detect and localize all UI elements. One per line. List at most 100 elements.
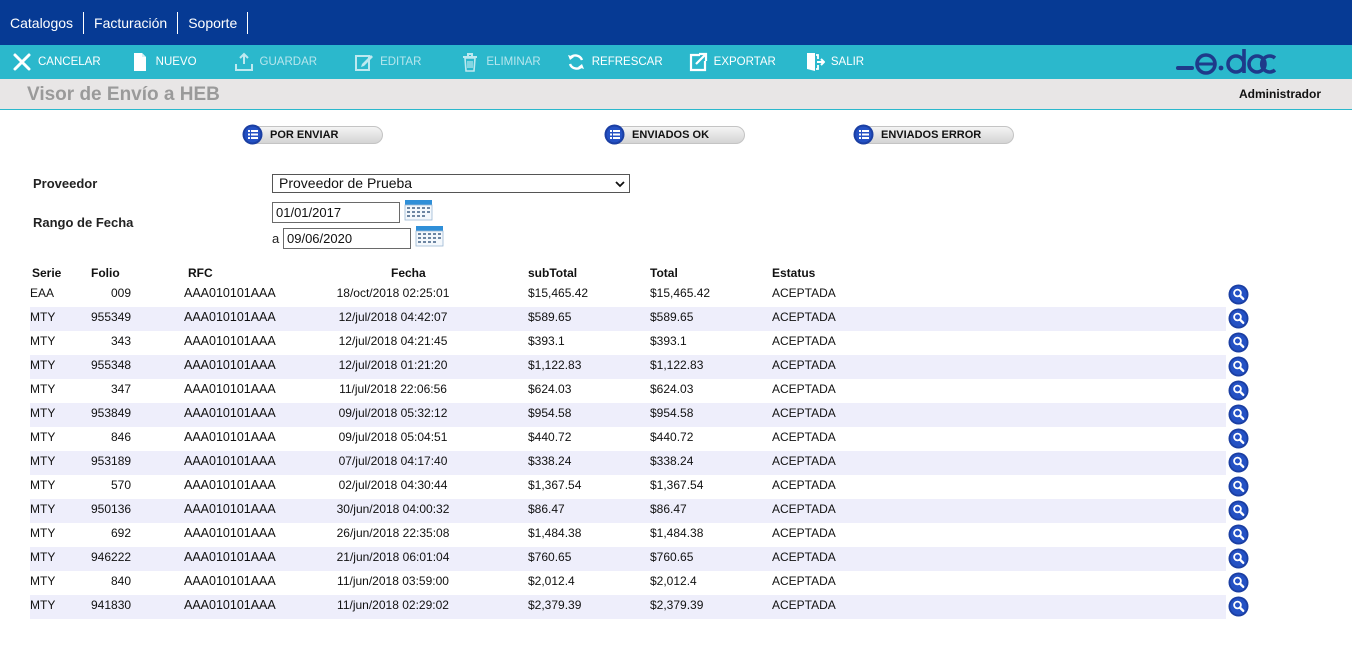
cell-subtotal: $338.24: [528, 454, 572, 468]
cell-estatus: ACEPTADA: [772, 502, 836, 516]
calendar-icon[interactable]: [404, 199, 433, 221]
cell-rfc: AAA010101AAA: [184, 574, 276, 588]
cell-total: $86.47: [650, 502, 687, 516]
magnifier-icon[interactable]: [1228, 332, 1249, 353]
magnifier-icon[interactable]: [1228, 404, 1249, 425]
refresh-button[interactable]: REFRESCAR: [548, 45, 670, 79]
magnifier-icon[interactable]: [1228, 308, 1249, 329]
cell-serie: EAA: [30, 286, 55, 300]
cell-fecha: 11/jul/2018 22:06:56: [339, 382, 447, 396]
cell-estatus: ACEPTADA: [772, 478, 836, 492]
magnifier-icon[interactable]: [1228, 596, 1249, 617]
calendar-icon[interactable]: [415, 225, 444, 247]
tab-por-enviar[interactable]: POR ENVIAR: [242, 124, 383, 145]
cell-folio: 953189: [91, 454, 132, 468]
upload-tray-icon: [234, 52, 253, 71]
exit-door-icon: [806, 53, 825, 71]
cell-estatus: ACEPTADA: [772, 430, 836, 444]
cell-total: $2,379.39: [650, 598, 704, 612]
table-row: MTY 343 AAA010101AAA 12/jul/2018 04:21:4…: [30, 331, 1249, 355]
nav-item-facturacion[interactable]: Facturación: [84, 11, 179, 34]
magnifier-icon[interactable]: [1228, 428, 1249, 449]
export-button[interactable]: EXPORTAR: [670, 45, 783, 79]
date-to-input[interactable]: 09/06/2020: [283, 228, 411, 249]
tab-enviados-error[interactable]: ENVIADOS ERROR: [853, 124, 1014, 145]
cell-total: $954.58: [650, 406, 694, 420]
magnifier-icon[interactable]: [1228, 356, 1249, 377]
table-row: MTY 846 AAA010101AAA 09/jul/2018 05:04:5…: [30, 427, 1249, 451]
magnifier-icon[interactable]: [1228, 500, 1249, 521]
cell-total: $393.1: [650, 334, 687, 348]
cell-fecha: 26/jun/2018 22:35:08: [336, 526, 450, 540]
export-icon: [689, 52, 707, 72]
new-button[interactable]: NUEVO: [108, 45, 204, 79]
cell-fecha: 12/jul/2018 04:21:45: [338, 334, 448, 348]
refresh-icon: [567, 54, 584, 70]
magnifier-icon[interactable]: [1228, 452, 1249, 473]
cancel-button[interactable]: CANCELAR: [0, 45, 108, 79]
cell-folio: 692: [110, 526, 131, 540]
edit-button[interactable]: EDITAR: [324, 45, 428, 79]
cell-total: $15,465.42: [650, 286, 711, 300]
exit-label: SALIR: [830, 56, 865, 68]
cell-rfc: AAA010101AAA: [184, 430, 276, 444]
cell-folio: 955349: [91, 310, 132, 324]
column-header-folio[interactable]: Folio: [91, 266, 120, 280]
cell-rfc: AAA010101AAA: [184, 334, 276, 348]
export-label: EXPORTAR: [713, 56, 776, 68]
table-row: MTY 950136 AAA010101AAA 30/jun/2018 04:0…: [30, 499, 1249, 523]
column-header-serie[interactable]: Serie: [32, 266, 61, 280]
cell-folio: 953849: [91, 406, 132, 420]
provider-select[interactable]: Proveedor de Prueba: [272, 174, 630, 193]
magnifier-icon[interactable]: [1228, 476, 1249, 497]
magnifier-icon[interactable]: [1228, 380, 1249, 401]
cell-fecha: 11/jun/2018 03:59:00: [337, 574, 449, 588]
nav-item-soporte[interactable]: Soporte: [178, 11, 249, 34]
cell-folio: 955348: [91, 358, 132, 372]
column-header-total[interactable]: Total: [650, 266, 678, 280]
column-header-fecha[interactable]: Fecha: [391, 266, 426, 280]
tab-enviados-ok[interactable]: ENVIADOS OK: [604, 124, 745, 145]
cell-fecha: 09/jul/2018 05:04:51: [338, 430, 448, 444]
cell-subtotal: $2,012.4: [528, 574, 575, 588]
date-from-input[interactable]: 01/01/2017: [272, 202, 400, 223]
tab-por-enviar-label: POR ENVIAR: [253, 125, 383, 144]
provider-select-value: Proveedor de Prueba: [279, 175, 413, 191]
cell-rfc: AAA010101AAA: [184, 478, 276, 492]
cell-subtotal: $393.1: [528, 334, 565, 348]
cell-fecha: 02/jul/2018 04:30:44: [338, 478, 448, 492]
cell-subtotal: $760.65: [528, 550, 572, 564]
cell-fecha: 18/oct/2018 02:25:01: [336, 286, 450, 300]
cell-fecha: 09/jul/2018 05:32:12: [338, 406, 448, 420]
delete-button[interactable]: ELIMINAR: [428, 45, 547, 79]
save-button[interactable]: GUARDAR: [204, 45, 325, 79]
cell-serie: MTY: [30, 550, 56, 564]
nav-item-catalogos[interactable]: Catalogos: [0, 11, 85, 34]
column-header-estatus[interactable]: Estatus: [772, 266, 815, 280]
cell-subtotal: $589.65: [528, 310, 572, 324]
cell-serie: MTY: [30, 598, 56, 612]
cell-folio: 347: [110, 382, 131, 396]
cell-folio: 846: [110, 430, 131, 444]
magnifier-icon[interactable]: [1228, 284, 1249, 305]
exit-button[interactable]: SALIR: [783, 45, 871, 79]
cell-subtotal: $15,465.42: [528, 286, 589, 300]
cell-subtotal: $2,379.39: [528, 598, 582, 612]
cell-serie: MTY: [30, 574, 56, 588]
edit-icon: [355, 55, 374, 71]
column-header-subtotal[interactable]: subTotal: [528, 266, 577, 280]
cell-rfc: AAA010101AAA: [184, 286, 276, 300]
column-header-rfc[interactable]: RFC: [188, 266, 213, 280]
cell-folio: 950136: [91, 502, 132, 516]
cell-serie: MTY: [30, 502, 56, 516]
list-icon: [604, 124, 625, 145]
cell-estatus: ACEPTADA: [772, 358, 836, 372]
cell-rfc: AAA010101AAA: [184, 550, 276, 564]
magnifier-icon[interactable]: [1228, 524, 1249, 545]
cell-folio: 840: [110, 574, 131, 588]
table-row: MTY 840 AAA010101AAA 11/jun/2018 03:59:0…: [30, 571, 1249, 595]
cell-rfc: AAA010101AAA: [184, 310, 276, 324]
new-label: NUEVO: [155, 56, 197, 68]
magnifier-icon[interactable]: [1228, 572, 1249, 593]
magnifier-icon[interactable]: [1228, 548, 1249, 569]
